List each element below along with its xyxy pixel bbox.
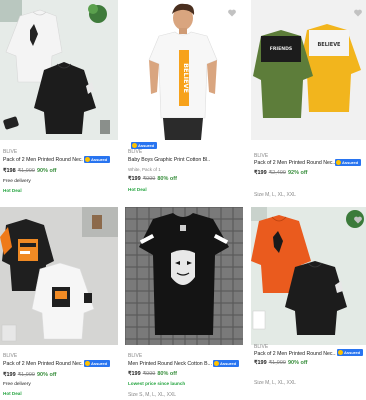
product-image[interactable]	[0, 207, 118, 345]
price-row: ₹199 ₹1,999 90% off	[3, 372, 57, 378]
original-price: ₹2,499	[268, 170, 286, 176]
discount-percent: 80% off	[157, 176, 177, 182]
wishlist-heart-icon[interactable]	[353, 215, 363, 225]
product-title[interactable]: Pack of 2 Men Printed Round Nec...	[254, 160, 336, 166]
product-image[interactable]: BELIEVE FRIENDS	[251, 0, 366, 140]
shirt-print-text-left: FRIENDS	[270, 46, 293, 52]
variant-info: White, Pack of 1	[128, 167, 161, 172]
brand-name: BLIVE	[128, 353, 143, 359]
brand-name: BLIVE	[128, 149, 143, 155]
selling-price: ₹199	[254, 170, 267, 176]
discount-percent: 92% off	[287, 170, 308, 176]
product-photo	[0, 0, 118, 140]
selling-price: ₹199	[128, 371, 141, 377]
product-image[interactable]	[251, 207, 366, 345]
brand-name: BLIVE	[3, 149, 18, 155]
product-photo: BELIEVE	[125, 0, 243, 140]
hot-deal-label: Hot Deal	[3, 188, 22, 193]
original-price: ₹999	[142, 176, 156, 182]
product-photo: BELIEVE FRIENDS	[251, 0, 366, 140]
selling-price: ₹199	[3, 372, 16, 378]
selling-price: ₹199	[128, 176, 141, 182]
original-price: ₹1,999	[268, 360, 286, 366]
product-photo	[125, 207, 243, 345]
product-image[interactable]	[0, 0, 118, 140]
product-title[interactable]: Men Printed Round Neck Cotton B...	[128, 361, 212, 367]
price-row: ₹199 ₹1,999 90% off	[254, 360, 308, 366]
product-photo	[0, 207, 118, 345]
product-card[interactable]: BELIEVE BLIVE Baby Boys Graphic Print Co…	[125, 0, 247, 200]
available-sizes: Size M, L, XL, XXL	[254, 192, 296, 198]
price-row: ₹199 ₹999 80% off	[128, 371, 177, 377]
price-row: ₹199 ₹999 80% off	[128, 176, 177, 182]
discount-percent: 90% off	[36, 168, 57, 174]
product-photo	[251, 207, 366, 345]
discount-percent: 90% off	[287, 360, 308, 366]
available-sizes: Size S, M, L, XL, XXL	[128, 392, 177, 398]
price-row: ₹198 ₹1,999 90% off	[3, 168, 57, 174]
assured-badge: Assured	[213, 360, 239, 367]
product-card[interactable]: BLIVE Pack of 2 Men Printed Round Nec...…	[251, 207, 366, 400]
discount-percent: 90% off	[36, 372, 57, 378]
selling-price: ₹198	[3, 168, 16, 174]
hot-deal-label: Hot Deal	[128, 187, 147, 192]
tee-print-text: BELIEVE	[182, 63, 190, 93]
delivery-info: Free delivery	[3, 382, 31, 387]
assured-badge: Assured	[84, 360, 110, 367]
lowest-price-label: Lowest price since launch	[128, 381, 186, 386]
original-price: ₹1,999	[17, 372, 35, 378]
original-price: ₹1,999	[17, 168, 35, 174]
delivery-info: Free delivery	[3, 179, 31, 184]
hot-deal-label: Hot Deal	[3, 391, 22, 396]
product-card[interactable]: BLIVE Men Printed Round Neck Cotton B...…	[125, 207, 247, 400]
product-title[interactable]: Pack of 2 Men Printed Round Nec...	[3, 361, 83, 367]
brand-name: BLIVE	[254, 153, 269, 159]
product-title[interactable]: Pack of 2 Men Printed Round Nec...	[3, 157, 83, 163]
assured-badge: Assured	[335, 159, 361, 166]
brand-name: BLIVE	[3, 353, 18, 359]
product-card[interactable]: BLIVE Pack of 2 Men Printed Round Nec...…	[0, 0, 122, 200]
brand-name: BLIVE	[254, 344, 269, 350]
assured-badge: Assured	[337, 349, 363, 356]
assured-badge: Assured	[131, 142, 157, 149]
assured-badge: Assured	[84, 156, 110, 163]
product-image[interactable]: BELIEVE	[125, 0, 243, 140]
product-title[interactable]: Pack of 2 Men Printed Round Nec...	[254, 351, 336, 357]
product-card[interactable]: BELIEVE FRIENDS BLIVE Pack of 2 Men Prin…	[251, 0, 366, 200]
price-row: ₹199 ₹2,499 92% off	[254, 170, 308, 176]
selling-price: ₹199	[254, 360, 267, 366]
shirt-print-text-right: BELIEVE	[318, 42, 342, 48]
original-price: ₹999	[142, 371, 156, 377]
available-sizes: Size M, L, XL, XXL	[254, 380, 296, 386]
product-card[interactable]: BLIVE Pack of 2 Men Printed Round Nec...…	[0, 207, 122, 400]
product-title[interactable]: Baby Boys Graphic Print Cotton Bl...	[128, 157, 210, 163]
wishlist-heart-icon[interactable]	[353, 8, 363, 18]
product-image[interactable]	[125, 207, 243, 345]
wishlist-heart-icon[interactable]	[227, 8, 237, 18]
discount-percent: 80% off	[157, 371, 177, 377]
